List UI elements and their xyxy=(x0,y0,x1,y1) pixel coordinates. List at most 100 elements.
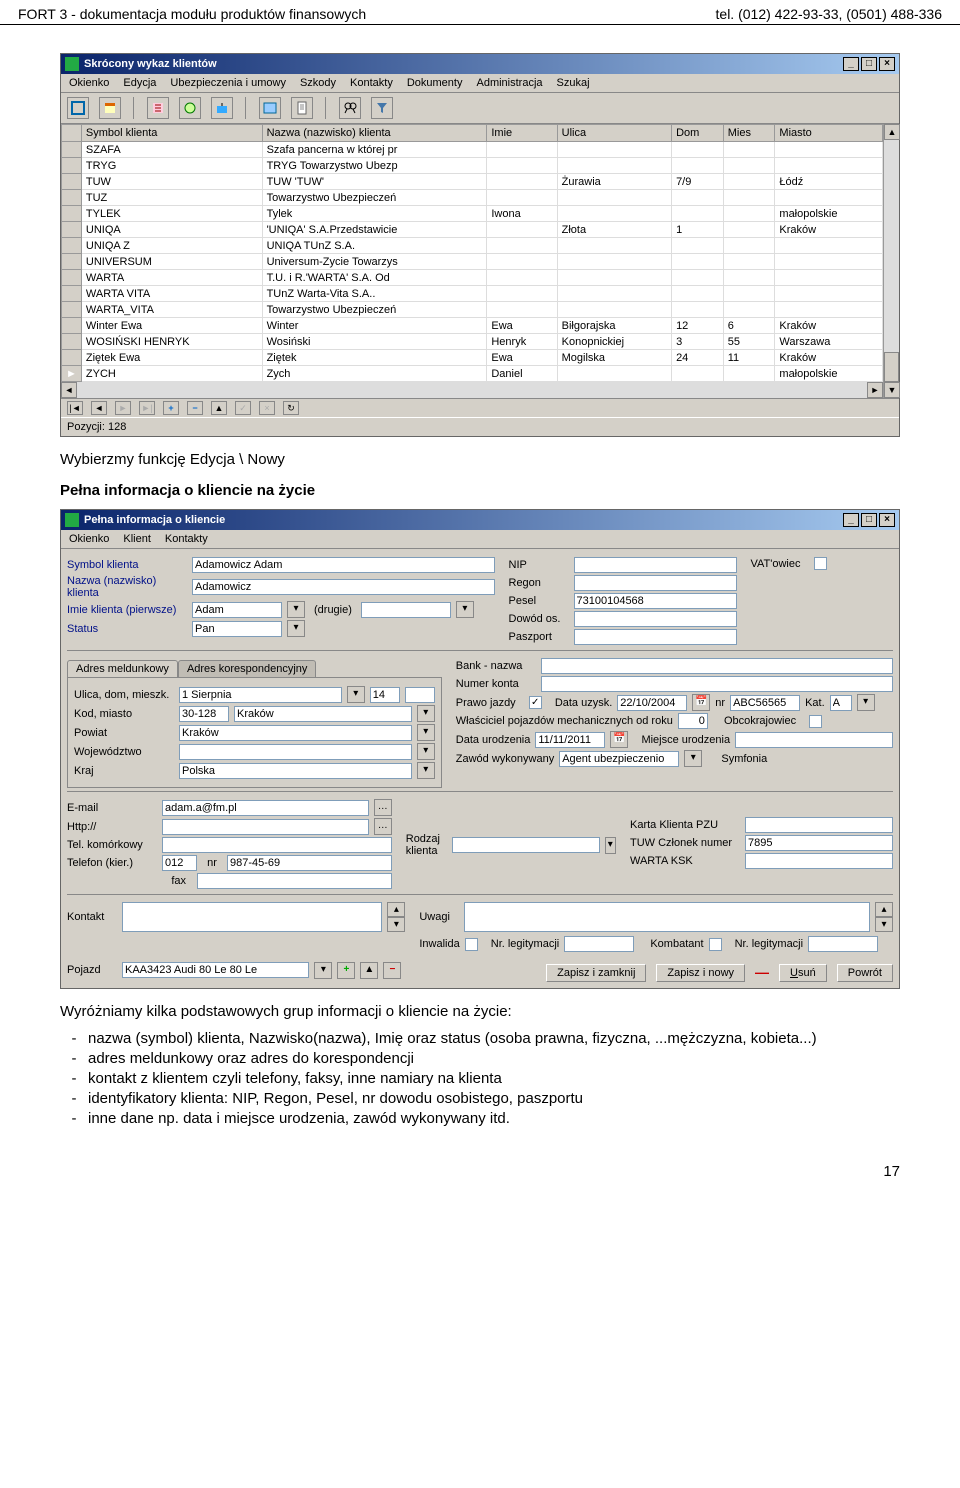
input-uwagi[interactable] xyxy=(464,902,870,932)
input-pojazd[interactable] xyxy=(122,962,309,978)
nav-last[interactable]: ►| xyxy=(139,401,155,415)
table-row[interactable]: UNIQA ZUNIQA TUnZ S.A. xyxy=(62,238,883,254)
menu-item[interactable]: Edycja xyxy=(123,77,156,89)
input-nazwa[interactable] xyxy=(192,579,495,595)
table-row[interactable]: UNIQA'UNIQA' S.A.PrzedstawicieZłota1Krak… xyxy=(62,222,883,238)
table-row[interactable]: Ziętek EwaZiętekEwaMogilska2411Kraków xyxy=(62,350,883,366)
toolbar-btn-4[interactable] xyxy=(179,97,201,119)
input-kpzu[interactable] xyxy=(745,817,893,833)
input-kontakt[interactable] xyxy=(122,902,382,932)
input-imie1[interactable] xyxy=(192,602,282,618)
nav-add[interactable]: + xyxy=(163,401,179,415)
dropdown-zawod[interactable]: ▾ xyxy=(684,750,702,767)
date-picker-icon[interactable]: 📅 xyxy=(610,731,628,748)
input-http[interactable] xyxy=(162,819,369,835)
checkbox-obco[interactable] xyxy=(809,715,822,728)
close-button[interactable]: × xyxy=(879,513,895,527)
dropdown-kraj[interactable]: ▾ xyxy=(417,762,435,779)
input-kraj[interactable] xyxy=(179,763,412,779)
toolbar-filter-icon[interactable] xyxy=(371,97,393,119)
table-row[interactable]: WARTA VITATUnZ Warta-Vita S.A.. xyxy=(62,286,883,302)
delete-button[interactable]: Usuń xyxy=(779,964,827,982)
input-kat[interactable] xyxy=(830,695,852,711)
input-datau[interactable] xyxy=(617,695,687,711)
menu-item[interactable]: Dokumenty xyxy=(407,77,463,89)
nav-first[interactable]: |◄ xyxy=(67,401,83,415)
input-miasto[interactable] xyxy=(234,706,412,722)
toolbar-btn-5[interactable] xyxy=(211,97,233,119)
table-row[interactable]: TRYGTRYG Towarzystwo Ubezp xyxy=(62,158,883,174)
dropdown-imie1[interactable]: ▾ xyxy=(287,601,305,618)
dropdown-miasto[interactable]: ▾ xyxy=(417,705,435,722)
client-grid[interactable]: Symbol klientaNazwa (nazwisko) klientaIm… xyxy=(61,124,883,382)
input-dowod[interactable] xyxy=(574,611,737,627)
toolbar-btn-1[interactable] xyxy=(67,97,89,119)
input-nleg2[interactable] xyxy=(808,936,878,952)
menu-item[interactable]: Kontakty xyxy=(350,77,393,89)
nav-prev[interactable]: ◄ xyxy=(91,401,107,415)
checkbox-vat[interactable] xyxy=(814,557,827,570)
input-regon[interactable] xyxy=(574,575,737,591)
table-row[interactable]: SZAFASzafa pancerna w której pr xyxy=(62,142,883,158)
table-row[interactable]: ►ZYCHZychDanielmałopolskie xyxy=(62,366,883,382)
dropdown-pojazd[interactable]: ▾ xyxy=(314,962,332,979)
dropdown-woj[interactable]: ▾ xyxy=(417,743,435,760)
column-header[interactable]: Dom xyxy=(672,125,724,142)
dropdown-kat[interactable]: ▾ xyxy=(857,694,875,711)
table-row[interactable]: TUZTowarzystwo Ubezpieczeń xyxy=(62,190,883,206)
toolbar-search-icon[interactable] xyxy=(339,97,361,119)
input-datur[interactable] xyxy=(535,732,605,748)
menu-item[interactable]: Administracja xyxy=(476,77,542,89)
menu-item[interactable]: Okienko xyxy=(69,77,109,89)
maximize-button[interactable]: □ xyxy=(861,513,877,527)
tab-adres-meldunkowy[interactable]: Adres meldunkowy xyxy=(67,660,178,677)
column-header[interactable]: Nazwa (nazwisko) klienta xyxy=(262,125,487,142)
nav-next[interactable]: ► xyxy=(115,401,131,415)
horizontal-scrollbar[interactable]: ◄► xyxy=(61,382,883,398)
column-header[interactable]: Miasto xyxy=(775,125,883,142)
dropdown-imie2[interactable]: ▾ xyxy=(456,601,474,618)
email-browse-icon[interactable]: … xyxy=(374,799,392,816)
checkbox-kombat[interactable] xyxy=(709,938,722,951)
table-row[interactable]: TUWTUW 'TUW'Żurawia7/9Łódź xyxy=(62,174,883,190)
input-zawod[interactable] xyxy=(559,751,679,767)
input-bank[interactable] xyxy=(541,658,893,674)
input-tuwn[interactable] xyxy=(745,835,893,851)
nav-cancel[interactable]: × xyxy=(259,401,275,415)
toolbar-btn-2[interactable] xyxy=(99,97,121,119)
close-button[interactable]: × xyxy=(879,57,895,71)
delete-icon[interactable]: − xyxy=(383,962,401,979)
save-close-button[interactable]: Zapisz i zamknij xyxy=(546,964,646,982)
http-browse-icon[interactable]: … xyxy=(374,818,392,835)
table-row[interactable]: TYLEKTylekIwonamałopolskie xyxy=(62,206,883,222)
toolbar-btn-7[interactable] xyxy=(291,97,313,119)
input-mieszk[interactable] xyxy=(405,687,435,703)
column-header[interactable]: Mies xyxy=(723,125,775,142)
checkbox-inwalida[interactable] xyxy=(465,938,478,951)
add-icon[interactable]: + xyxy=(337,962,355,979)
toolbar-btn-3[interactable] xyxy=(147,97,169,119)
save-new-button[interactable]: Zapisz i nowy xyxy=(656,964,745,982)
input-fax[interactable] xyxy=(197,873,392,889)
nav-refresh[interactable]: ↻ xyxy=(283,401,299,415)
table-row[interactable]: WARTA_VITATowarzystwo Ubezpieczeń xyxy=(62,302,883,318)
dropdown-ulica[interactable]: ▾ xyxy=(347,686,365,703)
table-row[interactable]: WOSIŃSKI HENRYKWosińskiHenrykKonopnickie… xyxy=(62,334,883,350)
nav-del[interactable]: − xyxy=(187,401,203,415)
nav-edit[interactable]: ▲ xyxy=(211,401,227,415)
input-woj[interactable] xyxy=(179,744,412,760)
table-row[interactable]: UNIVERSUMUniversum-Zycie Towarzys xyxy=(62,254,883,270)
input-powiat[interactable] xyxy=(179,725,412,741)
input-nip[interactable] xyxy=(574,557,737,573)
input-rodzaj[interactable] xyxy=(452,837,600,853)
input-miejur[interactable] xyxy=(735,732,893,748)
menu-item[interactable]: Szukaj xyxy=(557,77,590,89)
input-numerkonta[interactable] xyxy=(541,676,893,692)
column-header[interactable]: Ulica xyxy=(557,125,671,142)
uwagi-up-icon[interactable]: ▴ xyxy=(875,902,893,917)
table-row[interactable]: WARTAT.U. i R.'WARTA' S.A. Od xyxy=(62,270,883,286)
input-telnr[interactable] xyxy=(227,855,392,871)
table-row[interactable]: Winter EwaWinterEwaBiłgorajska126Kraków xyxy=(62,318,883,334)
input-ulica[interactable] xyxy=(179,687,342,703)
menu-item[interactable]: Kontakty xyxy=(165,533,208,545)
